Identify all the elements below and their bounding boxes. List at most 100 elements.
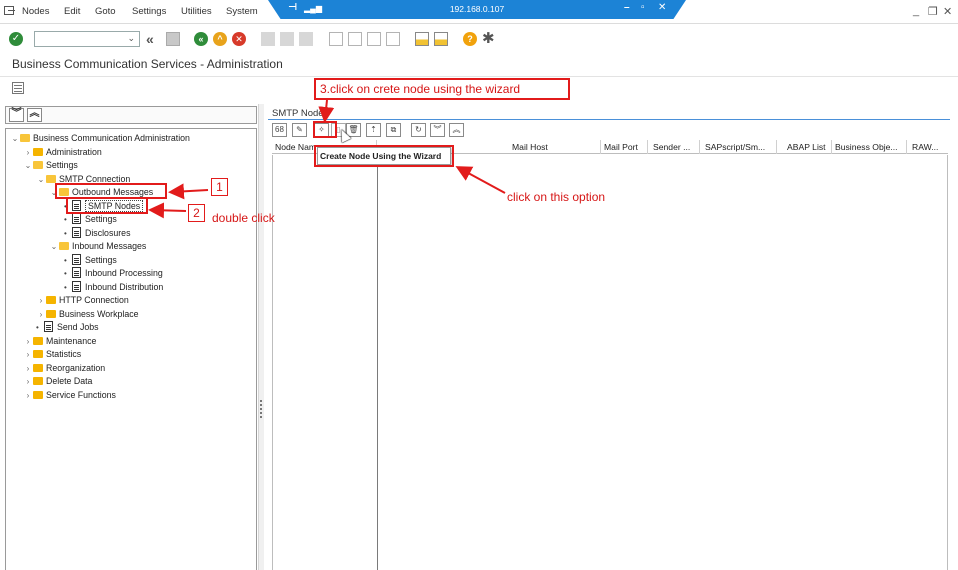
chevron-right-icon[interactable]: ›	[36, 308, 46, 321]
print-icon[interactable]	[261, 32, 275, 46]
tree-label: Business Workplace	[59, 309, 139, 319]
close-icon[interactable]: ✕	[943, 5, 952, 18]
tree-node-outbound-settings[interactable]: • Settings	[64, 213, 117, 226]
chevron-right-icon[interactable]: ›	[23, 362, 33, 375]
column-abap-list[interactable]: ABAP List	[787, 142, 826, 152]
folder-icon	[46, 310, 56, 318]
tree-node-root[interactable]: ⌄ Business Communication Administration	[10, 132, 190, 145]
tree-node-administration[interactable]: › Administration	[23, 146, 102, 159]
folder-icon	[33, 337, 43, 345]
chevron-right-icon[interactable]: ›	[23, 375, 33, 388]
tree-label: Business Communication Administration	[33, 133, 190, 143]
document-icon[interactable]	[12, 82, 24, 94]
minimize-icon[interactable]: _	[913, 5, 919, 17]
gear-icon[interactable]: ✱	[482, 31, 496, 46]
menu-utilities[interactable]: Utilities	[181, 6, 212, 17]
transport-icon[interactable]: ⇡	[366, 123, 381, 137]
collapse-left-icon[interactable]: «	[146, 32, 160, 46]
tree-node-delete-data[interactable]: › Delete Data	[23, 375, 93, 388]
tree-node-business-workplace[interactable]: › Business Workplace	[36, 308, 139, 321]
expand-all-icon[interactable]: ︾	[430, 123, 445, 137]
rdp-close-icon[interactable]: ✕	[658, 2, 666, 13]
column-mail-host[interactable]: Mail Host	[512, 142, 548, 152]
double-click-note: double click	[212, 211, 275, 225]
tree-node-statistics[interactable]: › Statistics	[23, 348, 82, 361]
last-page-icon[interactable]	[386, 32, 400, 46]
menu-settings[interactable]: Settings	[132, 6, 166, 17]
tree-node-send-jobs[interactable]: • Send Jobs	[36, 321, 99, 334]
help-icon[interactable]: ?	[463, 32, 477, 46]
page-icon	[72, 213, 81, 224]
chevron-down-icon[interactable]: ⌄	[127, 33, 135, 44]
exit-icon[interactable]: ^	[213, 32, 227, 46]
panel-splitter[interactable]	[258, 104, 264, 570]
tree-node-inbound-settings[interactable]: • Settings	[64, 254, 117, 267]
chevron-right-icon[interactable]: ›	[23, 348, 33, 361]
chevron-down-icon[interactable]: ⌄	[36, 173, 46, 186]
tree-node-http-connection[interactable]: › HTTP Connection	[36, 294, 129, 307]
chevron-right-icon[interactable]: ›	[23, 335, 33, 348]
tree-node-inbound-distribution[interactable]: • Inbound Distribution	[64, 281, 163, 294]
system-exit-icon[interactable]	[4, 6, 15, 15]
title-underline	[268, 119, 950, 120]
column-node-name[interactable]: Node Nam	[275, 142, 316, 152]
display-icon[interactable]: 68	[272, 123, 287, 137]
column-raw[interactable]: RAW...	[912, 142, 938, 152]
menu-settings-label: Settings	[132, 6, 167, 17]
menu-edit-label: Edit	[64, 6, 81, 17]
tree-node-inbound-processing[interactable]: • Inbound Processing	[64, 267, 163, 280]
column-divider	[377, 155, 378, 570]
folder-icon	[33, 391, 43, 399]
navigation-panel: ︾ ︽ ⌄ Business Communication Administrati…	[5, 106, 257, 570]
menu-nodes[interactable]: Nodes	[22, 6, 49, 17]
column-sender[interactable]: Sender ...	[653, 142, 690, 152]
tree-node-service-functions[interactable]: › Service Functions	[23, 389, 116, 402]
next-page-icon[interactable]	[367, 32, 381, 46]
chevron-down-icon[interactable]: ⌄	[10, 132, 20, 145]
tree-node-inbound-messages[interactable]: ⌄ Inbound Messages	[49, 240, 147, 253]
shortcut-icon[interactable]	[434, 32, 448, 46]
tree-label: Maintenance	[46, 336, 97, 346]
menu-system[interactable]: System	[226, 6, 258, 17]
folder-open-icon	[46, 175, 56, 183]
collapse-all-icon[interactable]: ︽	[449, 123, 464, 137]
expand-all-icon[interactable]: ︾	[9, 108, 24, 122]
menu-system-label: System	[226, 6, 258, 17]
tree-node-maintenance[interactable]: › Maintenance	[23, 335, 97, 348]
find-icon[interactable]	[280, 32, 294, 46]
copy-node-icon[interactable]: ⧉	[386, 123, 401, 137]
column-business-object[interactable]: Business Obje...	[835, 142, 898, 152]
first-page-icon[interactable]	[329, 32, 343, 46]
highlight-wizard-button	[313, 121, 337, 138]
column-sapscript[interactable]: SAPscript/Sm...	[705, 142, 765, 152]
splitter-grip[interactable]	[260, 400, 262, 418]
tree-node-settings[interactable]: ⌄ Settings	[23, 159, 78, 172]
chevron-down-icon[interactable]: ⌄	[49, 240, 59, 253]
previous-page-icon[interactable]	[348, 32, 362, 46]
tree-node-disclosures[interactable]: • Disclosures	[64, 227, 130, 240]
menu-edit[interactable]: Edit	[64, 6, 80, 17]
back-icon[interactable]: «	[194, 32, 208, 46]
find-next-icon[interactable]	[299, 32, 313, 46]
chevron-down-icon[interactable]: ⌄	[23, 159, 33, 172]
tree-label: HTTP Connection	[59, 295, 129, 305]
edit-pencil-icon[interactable]: ✎	[292, 123, 307, 137]
chevron-right-icon[interactable]: ›	[23, 146, 33, 159]
rdp-restore-icon[interactable]: ▫	[641, 2, 645, 13]
chevron-right-icon[interactable]: ›	[36, 294, 46, 307]
nodes-grid-body[interactable]	[272, 155, 948, 570]
save-icon[interactable]	[166, 32, 180, 46]
command-field[interactable]: ⌄	[34, 31, 140, 47]
chevron-right-icon[interactable]: ›	[23, 389, 33, 402]
cancel-icon[interactable]: ✕	[232, 32, 246, 46]
restore-icon[interactable]: ❐	[928, 5, 938, 18]
tree-node-reorganization[interactable]: › Reorganization	[23, 362, 106, 375]
page-icon	[72, 227, 81, 238]
new-session-icon[interactable]	[415, 32, 429, 46]
column-mail-port[interactable]: Mail Port	[604, 142, 638, 152]
enter-check-icon[interactable]: ✓	[9, 32, 23, 46]
rdp-minimize-icon[interactable]: –	[624, 2, 630, 13]
collapse-all-icon[interactable]: ︽	[27, 108, 42, 122]
menu-goto[interactable]: Goto	[95, 6, 116, 17]
refresh-icon[interactable]: ↻	[411, 123, 426, 137]
